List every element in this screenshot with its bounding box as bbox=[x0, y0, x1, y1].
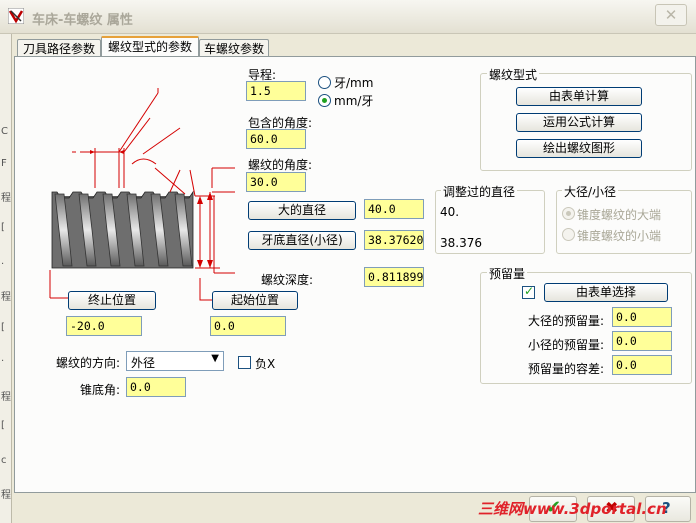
adjusted-minor-value: 38.376 bbox=[440, 236, 482, 250]
thread-angle-input[interactable]: 30.0 bbox=[246, 172, 306, 192]
start-position-button[interactable]: 起始位置 bbox=[212, 291, 298, 310]
unit-label-mm-per: mm/牙 bbox=[334, 94, 374, 108]
taper-major-end-label: 锥度螺纹的大端 bbox=[577, 208, 662, 222]
thread-direction-label: 螺纹的方向: bbox=[56, 356, 121, 370]
thread-diagram bbox=[49, 88, 235, 301]
included-angle-input[interactable]: 60.0 bbox=[246, 129, 306, 149]
major-diameter-button[interactable]: 大的直径 bbox=[248, 201, 356, 220]
strip-char: 程 bbox=[1, 490, 11, 501]
strip-char: · bbox=[1, 259, 5, 270]
thread-depth-label: 螺纹深度: bbox=[261, 273, 314, 287]
window-title: 车床-车螺纹 属性 bbox=[32, 13, 133, 28]
adjusted-diameter-title: 调整过的直径 bbox=[441, 183, 518, 200]
negative-x-checkbox[interactable] bbox=[238, 356, 251, 369]
thread-direction-select[interactable]: 外径 ▼ bbox=[126, 351, 224, 371]
strip-char: c bbox=[1, 455, 7, 466]
allowance-title: 预留量 bbox=[487, 265, 528, 282]
thread-depth-input[interactable]: 0.811899 bbox=[364, 267, 424, 287]
minor-allowance-label: 小径的预留量: bbox=[528, 338, 605, 352]
thread-direction-value: 外径 bbox=[131, 356, 156, 370]
strip-char: C bbox=[1, 126, 8, 137]
unit-radio-mm-per[interactable] bbox=[318, 94, 331, 107]
allowance-tolerance-label: 预留量的容差: bbox=[528, 362, 605, 376]
taper-angle-label: 锥底角: bbox=[80, 383, 121, 397]
draw-thread-button[interactable]: 绘出螺纹图形 bbox=[516, 139, 642, 158]
taper-minor-end-radio[interactable] bbox=[562, 228, 575, 241]
major-minor-title: 大径/小径 bbox=[562, 183, 619, 200]
negative-x-label: 负X bbox=[255, 357, 276, 371]
end-position-input[interactable]: -20.0 bbox=[66, 316, 142, 336]
thread-angle-label: 螺纹的角度: bbox=[248, 158, 313, 172]
minor-diameter-input[interactable]: 38.376202 bbox=[364, 230, 424, 250]
strip-char: 程 bbox=[1, 392, 11, 403]
strip-char: 程 bbox=[1, 292, 11, 303]
unit-label-per-mm: 牙/mm bbox=[334, 76, 374, 90]
minor-diameter-button[interactable]: 牙底直径(小径) bbox=[248, 231, 356, 250]
select-from-table-button[interactable]: 由表单选择 bbox=[544, 283, 668, 302]
close-icon: ✕ bbox=[664, 6, 678, 24]
strip-char: [ bbox=[1, 222, 5, 233]
strip-char: 程 bbox=[1, 193, 11, 204]
allowance-checkbox[interactable] bbox=[522, 284, 535, 299]
left-strip: C F 程 [ · 程 [ · 程 [ c 程 bbox=[0, 34, 12, 523]
unit-radio-per-mm[interactable] bbox=[318, 76, 331, 89]
lead-input[interactable]: 1.5 bbox=[246, 81, 306, 101]
allowance-tolerance-input[interactable]: 0.0 bbox=[612, 355, 672, 375]
strip-char: [ bbox=[1, 322, 5, 333]
taper-angle-input[interactable]: 0.0 bbox=[126, 377, 186, 397]
minor-allowance-input[interactable]: 0.0 bbox=[612, 331, 672, 351]
watermark: 三维网www.3dportal.cn bbox=[478, 500, 667, 518]
major-diameter-input[interactable]: 40.0 bbox=[364, 199, 424, 219]
major-allowance-label: 大径的预留量: bbox=[528, 314, 605, 328]
close-button[interactable]: ✕ bbox=[655, 4, 687, 26]
strip-char: · bbox=[1, 356, 5, 367]
app-icon bbox=[8, 8, 24, 24]
strip-char: [ bbox=[1, 420, 5, 431]
taper-major-end-radio[interactable] bbox=[562, 207, 575, 220]
start-position-input[interactable]: 0.0 bbox=[210, 316, 286, 336]
major-allowance-input[interactable]: 0.0 bbox=[612, 307, 672, 327]
strip-char: F bbox=[1, 158, 7, 169]
taper-minor-end-label: 锥度螺纹的小端 bbox=[577, 229, 662, 243]
thread-form-title: 螺纹型式 bbox=[487, 66, 540, 83]
compute-from-table-button[interactable]: 由表单计算 bbox=[516, 87, 642, 106]
adjusted-major-value: 40. bbox=[440, 205, 460, 219]
chevron-down-icon: ▼ bbox=[211, 353, 219, 364]
end-position-button[interactable]: 终止位置 bbox=[68, 291, 156, 310]
compute-from-formula-button[interactable]: 运用公式计算 bbox=[516, 113, 642, 132]
